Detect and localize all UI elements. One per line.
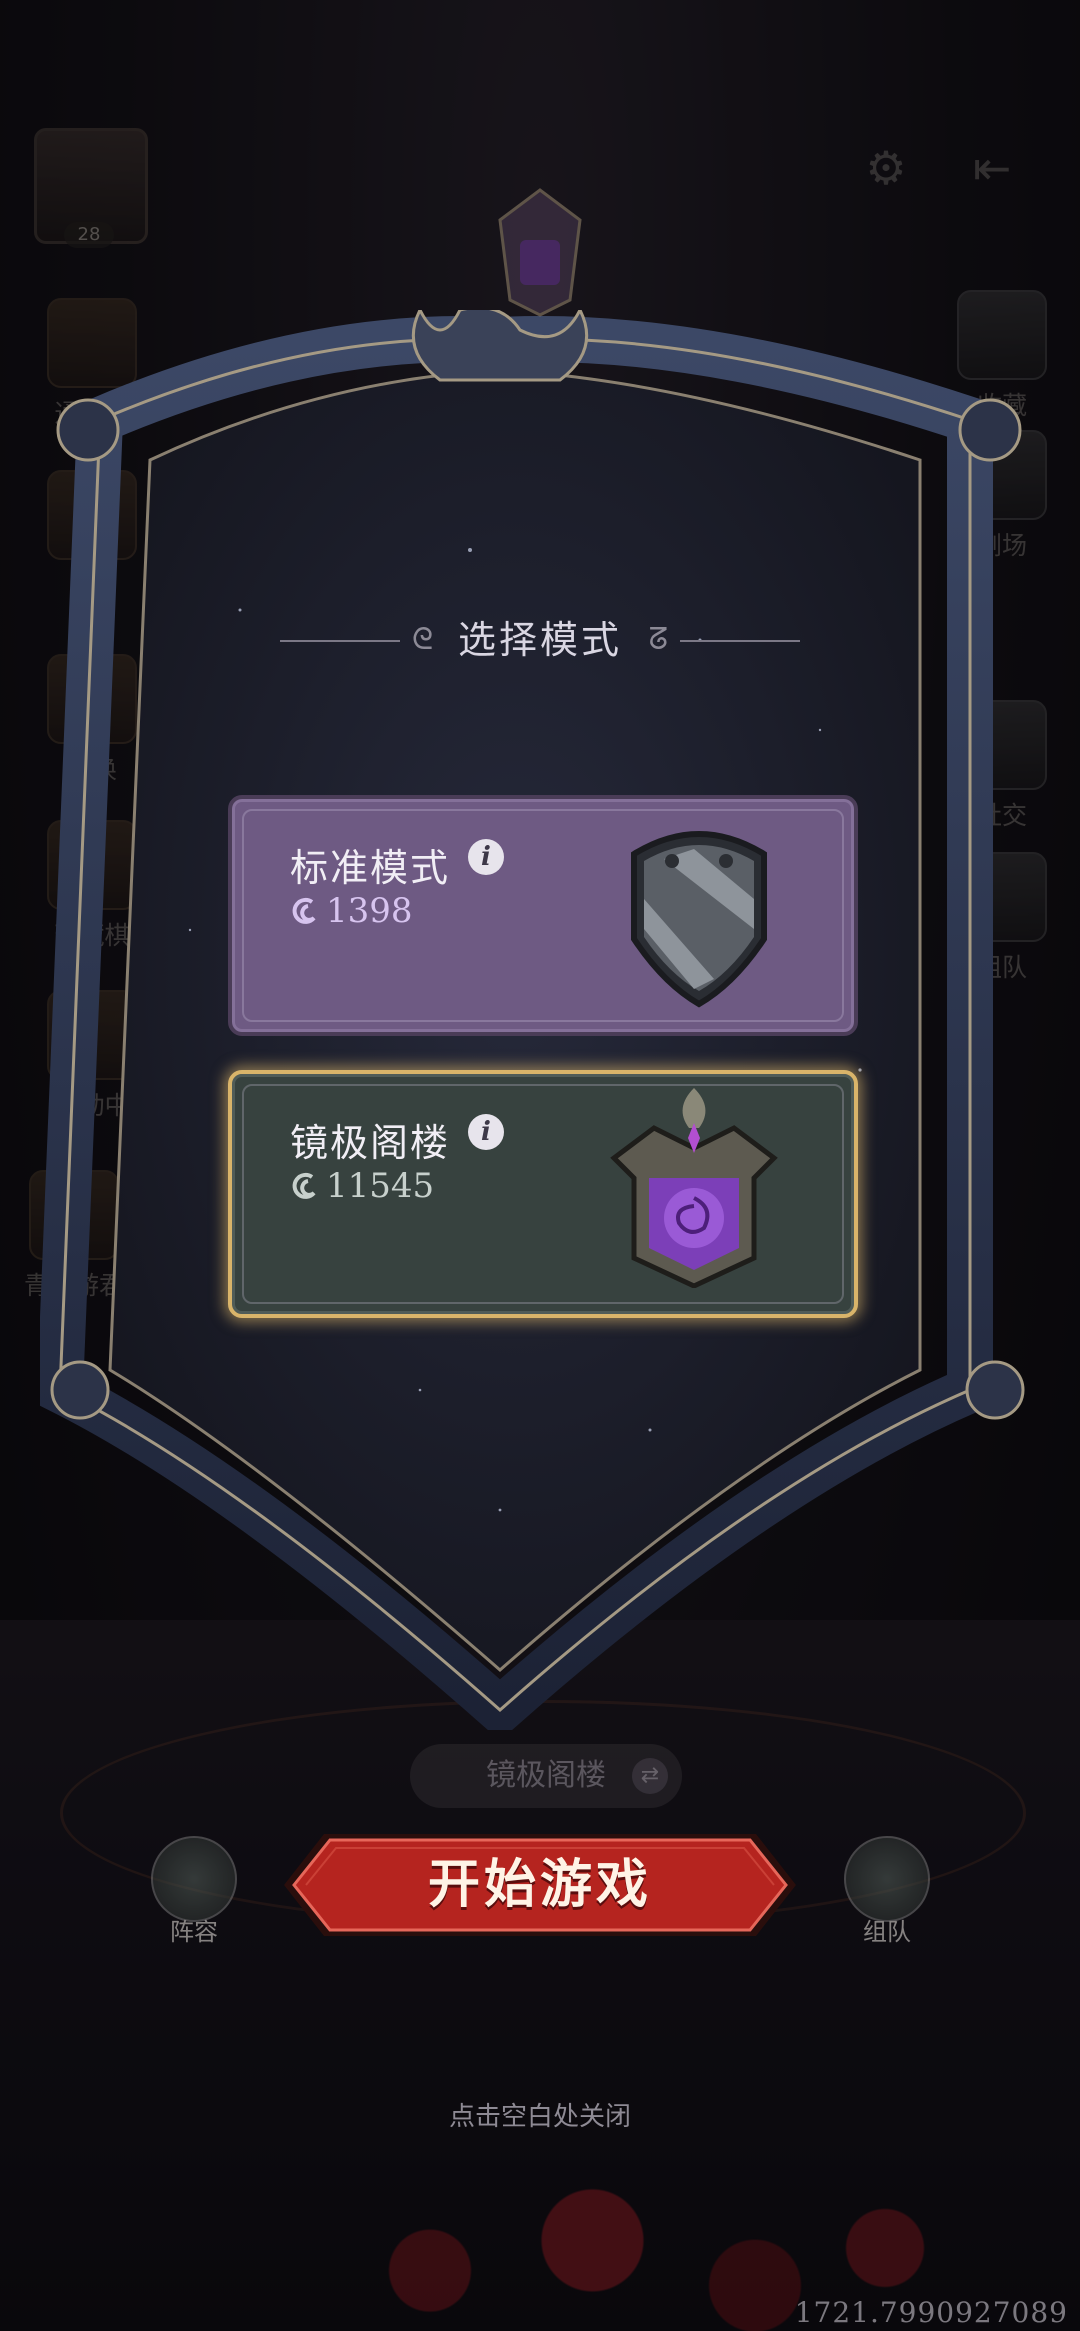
current-mode-selector[interactable]: 镜极阁楼 ⇄ <box>410 1744 682 1808</box>
purple-rose-crown-emblem <box>610 1088 778 1288</box>
lineup-card-icon <box>151 1836 237 1922</box>
team-label: 组队 <box>863 1918 911 1946</box>
mode-card-mirror-attic[interactable]: 镜极阁楼 i 11545 <box>228 1070 858 1318</box>
mode-score-value: 1398 <box>326 891 413 931</box>
lineup-label: 阵容 <box>170 1918 218 1946</box>
mode-card-standard[interactable]: 标准模式 i 1398 <box>228 795 858 1036</box>
current-mode-label: 镜极阁楼 <box>486 1758 606 1793</box>
mode-score: 11545 <box>290 1166 434 1206</box>
swirl-ornament-icon: ᘓ <box>412 622 434 657</box>
top-attic-emblem <box>498 188 582 317</box>
watermark-text: 1721.7990927089 <box>794 2296 1068 2329</box>
lineup-button[interactable]: 阵容 <box>145 1836 243 1947</box>
swap-icon: ⇄ <box>632 1758 668 1794</box>
close-hint: 点击空白处关闭 <box>448 2102 631 2132</box>
mode-name: 镜极阁楼 <box>290 1121 451 1165</box>
swirl-ornament-icon: ᘔ <box>648 622 668 657</box>
mode-score-value: 11545 <box>326 1166 435 1206</box>
rank-swirl-icon <box>292 897 316 924</box>
info-icon[interactable]: i <box>468 839 504 875</box>
rank-swirl-icon <box>292 1172 316 1199</box>
start-game-label: 开始游戏 <box>427 1855 652 1915</box>
title-divider-left <box>280 640 400 642</box>
mode-score: 1398 <box>290 891 413 931</box>
team-icon <box>844 1836 930 1922</box>
title-divider-right <box>680 640 800 642</box>
info-icon[interactable]: i <box>468 1114 504 1150</box>
dialog-title-bar: ᘓ 选择模式 ᘔ <box>240 610 840 670</box>
start-game-button[interactable]: 开始游戏 <box>284 1830 796 1940</box>
silver-shield-emblem <box>631 831 767 1008</box>
mode-name: 标准模式 <box>290 846 451 890</box>
team-button[interactable]: 组队 <box>838 1836 936 1947</box>
